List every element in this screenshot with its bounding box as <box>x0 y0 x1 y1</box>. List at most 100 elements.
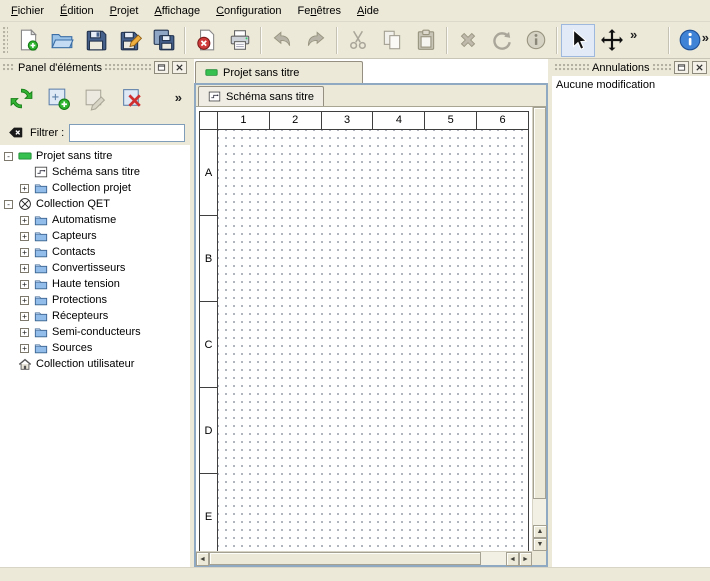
undo-history-list[interactable]: Aucune modification <box>552 76 710 567</box>
dock-grip <box>555 64 589 72</box>
close-file-button[interactable] <box>189 24 223 57</box>
scroll-down-button[interactable]: ▼ <box>533 538 547 551</box>
expander-plus-icon[interactable]: + <box>20 184 32 193</box>
horizontal-scrollbar-track[interactable] <box>481 552 506 565</box>
folder-icon <box>34 213 48 227</box>
tree-item-label: Schéma sans titre <box>52 166 140 178</box>
tree-item-label: Projet sans titre <box>36 150 112 162</box>
folder-icon <box>34 293 48 307</box>
tree-item-collection-qet[interactable]: - Collection QET <box>0 196 190 212</box>
toolbar-extension-button[interactable]: » <box>702 31 709 45</box>
schema-canvas[interactable]: 123456 ABCDE <box>196 107 532 551</box>
scroll-up-button[interactable]: ▲ <box>533 525 547 538</box>
reload-collections-button[interactable] <box>6 83 37 114</box>
tree-item-contacts[interactable]: +Contacts <box>0 244 190 260</box>
redo-icon <box>304 28 328 52</box>
toolbar-spacer <box>645 40 665 41</box>
tree-item-label: Collection QET <box>36 198 110 210</box>
tree-item-label: Collection utilisateur <box>36 358 134 370</box>
scroll-left-button[interactable]: ◄ <box>196 552 209 566</box>
filter-clear-button[interactable] <box>5 124 25 142</box>
expander-plus-icon[interactable]: + <box>20 280 32 289</box>
tree-item-protections[interactable]: +Protections <box>0 292 190 308</box>
save-file-as-button[interactable] <box>113 24 147 57</box>
tree-item-projet-sans-titre[interactable]: - Projet sans titre <box>0 148 190 164</box>
expander-plus-icon[interactable]: + <box>20 312 32 321</box>
menu-affichage[interactable]: Affichage <box>146 0 208 21</box>
vertical-scrollbar-track[interactable] <box>533 499 546 525</box>
schema-tab[interactable]: Schéma sans titre <box>198 86 324 106</box>
expander-plus-icon[interactable]: + <box>20 344 32 353</box>
expander-plus-icon[interactable]: + <box>20 216 32 225</box>
tree-item-collection-projet[interactable]: + Collection projet <box>0 180 190 196</box>
selection-mode-button[interactable] <box>561 24 595 57</box>
delete-element-button[interactable] <box>117 83 148 114</box>
expander-plus-icon[interactable]: + <box>20 232 32 241</box>
copy-icon <box>380 28 404 52</box>
tree-item-capteurs[interactable]: + Capteurs <box>0 228 190 244</box>
tree-item-sources[interactable]: +Sources <box>0 340 190 356</box>
workspace: Projet sans titre Schéma sans titre 1234… <box>194 59 548 567</box>
column-header-3: 3 <box>322 112 374 129</box>
menu-fenetres[interactable]: Fenêtres <box>290 0 349 21</box>
print-button[interactable] <box>223 24 257 57</box>
tree-item-label: Capteurs <box>52 230 97 242</box>
tree-item-convertisseurs[interactable]: +Convertisseurs <box>0 260 190 276</box>
horizontal-scrollbar-thumb[interactable] <box>209 552 481 565</box>
elements-panel-float-button[interactable] <box>154 61 169 74</box>
redo-button <box>299 24 333 57</box>
visualisation-mode-button[interactable] <box>595 24 629 57</box>
paste-button <box>409 24 443 57</box>
sheet-body: ABCDE <box>200 130 528 551</box>
tree-item-semi-conducteurs[interactable]: +Semi-conducteurs <box>0 324 190 340</box>
column-header-4: 4 <box>373 112 425 129</box>
menu-aide[interactable]: Aide <box>349 0 387 21</box>
menu-edition[interactable]: Édition <box>52 0 102 21</box>
undo-panel-close-button[interactable] <box>692 61 707 74</box>
float-icon <box>677 63 686 72</box>
toolbar-separator <box>446 27 448 54</box>
project-tab[interactable]: Projet sans titre <box>195 61 363 83</box>
undo-panel-header[interactable]: Annulations <box>552 59 710 76</box>
elements-panel-header[interactable]: Panel d'éléments <box>0 59 190 76</box>
expander-plus-icon[interactable]: + <box>20 296 32 305</box>
tree-item-automatisme[interactable]: +Automatisme <box>0 212 190 228</box>
open-file-button[interactable] <box>45 24 79 57</box>
vertical-scrollbar-thumb[interactable] <box>533 107 546 499</box>
tree-item-recepteurs[interactable]: +Récepteurs <box>0 308 190 324</box>
undo-button <box>265 24 299 57</box>
expander-plus-icon[interactable]: + <box>20 328 32 337</box>
scroll-right-button[interactable]: ► <box>519 552 532 566</box>
horizontal-scrollbar[interactable]: ◄ ◄ ► <box>196 551 532 565</box>
tree-item-collection-utilisateur[interactable]: Collection utilisateur <box>0 356 190 372</box>
tree-item-label: Collection projet <box>52 182 131 194</box>
save-all-icon <box>152 28 176 52</box>
save-all-button[interactable] <box>147 24 181 57</box>
toolbar-grip[interactable] <box>3 27 8 53</box>
new-file-button[interactable] <box>11 24 45 57</box>
copy-button <box>375 24 409 57</box>
modes-overflow-button[interactable]: » <box>629 24 645 57</box>
vertical-scrollbar[interactable]: ▲ ▼ <box>532 107 546 551</box>
new-element-button[interactable] <box>43 83 74 114</box>
edit-element-icon <box>83 86 108 111</box>
tree-item-schema-sans-titre[interactable]: Schéma sans titre <box>0 164 190 180</box>
tree-item-haute-tension[interactable]: +Haute tension <box>0 276 190 292</box>
scroll-left-button-2[interactable]: ◄ <box>506 552 519 566</box>
expander-plus-icon[interactable]: + <box>20 248 32 257</box>
menu-fichier[interactable]: Fichier <box>3 0 52 21</box>
filter-input[interactable] <box>69 124 185 142</box>
expander-plus-icon[interactable]: + <box>20 264 32 273</box>
menu-configuration[interactable]: Configuration <box>208 0 289 21</box>
panel-toolbar-overflow-button[interactable]: » <box>175 91 184 105</box>
save-file-button[interactable] <box>79 24 113 57</box>
menu-projet[interactable]: Projet <box>102 0 147 21</box>
undo-panel-float-button[interactable] <box>674 61 689 74</box>
project-tab-label: Projet sans titre <box>223 67 299 79</box>
expander-minus-icon[interactable]: - <box>4 200 16 209</box>
elements-panel-close-button[interactable] <box>172 61 187 74</box>
sheet-grid <box>218 130 528 551</box>
expander-minus-icon[interactable]: - <box>4 152 16 161</box>
float-icon <box>157 63 166 72</box>
folder-icon <box>34 309 48 323</box>
